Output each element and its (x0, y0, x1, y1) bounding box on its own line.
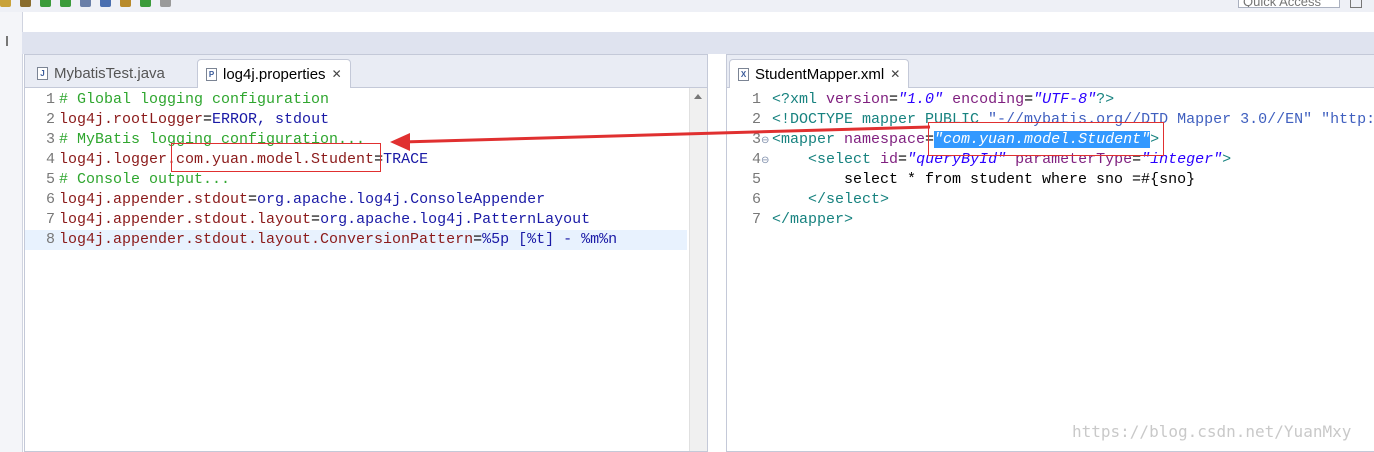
watermark: https://blog.csdn.net/YuanMxy (1072, 422, 1352, 441)
annotation-arrow (390, 125, 931, 151)
arrow-head-icon (390, 133, 410, 151)
arrow-shaft (401, 125, 931, 144)
